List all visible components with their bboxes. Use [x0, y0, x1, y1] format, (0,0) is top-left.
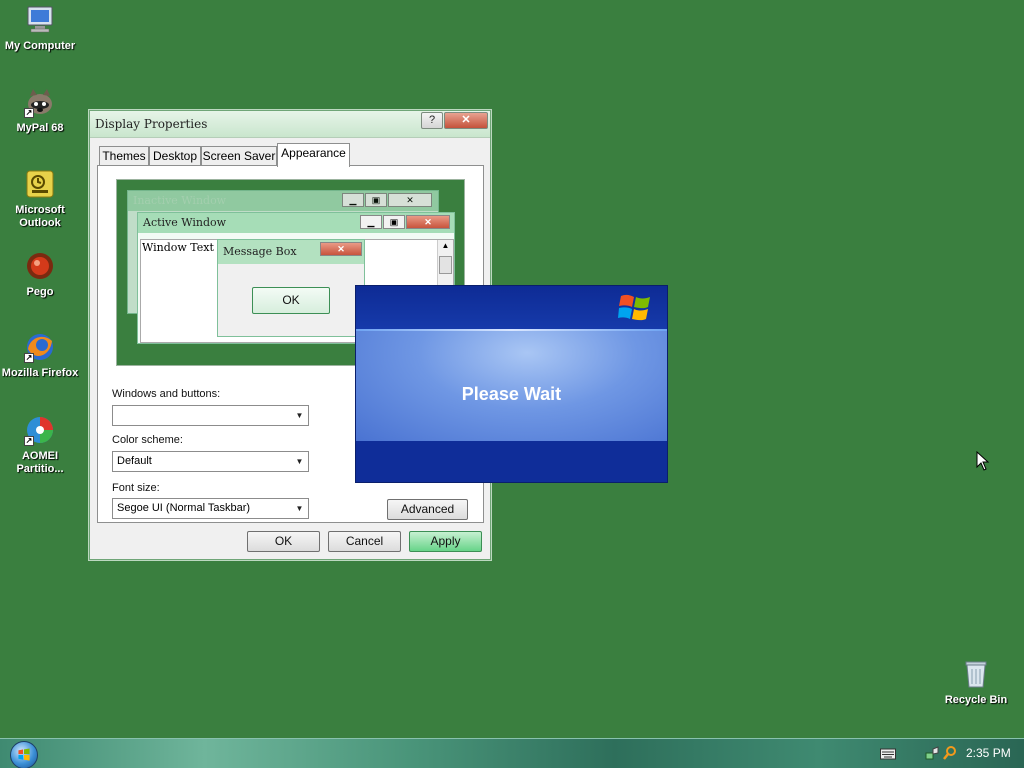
maximize-icon: ▣ [365, 193, 387, 207]
preview-window-text: Window Text [142, 241, 214, 254]
preview-message-box: Message Box ✕ OK [217, 239, 365, 337]
shortcut-arrow-icon: ↗ [24, 108, 34, 118]
chevron-down-icon: ▼ [295, 457, 304, 466]
tab-themes[interactable]: Themes [99, 146, 149, 166]
desktop-icon-outlook[interactable]: Microsoft Outlook [0, 168, 80, 230]
font-size-select[interactable]: Segoe UI (Normal Taskbar) ▼ [112, 498, 309, 519]
shortcut-arrow-icon: ↗ [24, 436, 34, 446]
color-scheme-select[interactable]: Default ▼ [112, 451, 309, 472]
preview-ok-button: OK [252, 287, 330, 314]
clock[interactable]: 2:35 PM [966, 739, 1012, 768]
firefox-icon: ↗ [24, 331, 56, 363]
desktop-icon-pego[interactable]: Pego [0, 250, 80, 299]
scroll-thumb [439, 256, 452, 274]
computer-icon [24, 4, 56, 36]
tab-appearance[interactable]: Appearance [277, 143, 350, 167]
desktop-icon-label: AOMEI Partitio... [16, 450, 64, 475]
aomei-partition-icon: ↗ [24, 414, 56, 446]
mypal-raccoon-icon: ↗ [24, 86, 56, 118]
recycle-bin-icon [960, 658, 992, 690]
desktop-icon-recycle-bin[interactable]: Recycle Bin [936, 658, 1016, 707]
title-bar[interactable]: Display Properties ? ✕ [90, 111, 490, 137]
window-title: Display Properties [95, 117, 208, 131]
pego-icon [24, 250, 56, 282]
scroll-up-icon: ▲ [441, 241, 450, 250]
advanced-button[interactable]: Advanced [387, 499, 468, 520]
windows-buttons-select[interactable]: ▼ [112, 405, 309, 426]
cancel-button[interactable]: Cancel [328, 531, 401, 552]
keyboard-icon[interactable] [880, 739, 896, 768]
desktop-icon-label: MyPal 68 [16, 122, 64, 134]
please-wait-text: Please Wait [461, 384, 562, 404]
close-button[interactable]: ✕ [444, 112, 488, 129]
ok-button[interactable]: OK [247, 531, 320, 552]
chevron-down-icon: ▼ [295, 504, 304, 513]
windows-logo-icon [618, 292, 652, 324]
color-scheme-value: Default [117, 455, 152, 467]
desktop-icon-label: Mozilla Firefox [1, 367, 79, 379]
tab-desktop[interactable]: Desktop [149, 146, 201, 166]
please-wait-dialog: Please Wait [355, 285, 668, 483]
close-icon: ✕ [388, 193, 432, 207]
start-button[interactable] [10, 741, 38, 768]
desktop-icon-label: My Computer [4, 40, 76, 52]
mouse-cursor-icon [976, 450, 990, 471]
wait-footer [356, 441, 667, 482]
shortcut-arrow-icon: ↗ [24, 353, 34, 363]
desktop-icon-mypal[interactable]: ↗ MyPal 68 [0, 86, 80, 135]
minimize-icon: ▁ [342, 193, 364, 207]
taskbar: 2:35 PM [0, 738, 1024, 768]
desktop-icon-aomei[interactable]: ↗ AOMEI Partitio... [0, 414, 80, 476]
windows-logo-icon [18, 748, 30, 761]
desktop-icon-firefox[interactable]: ↗ Mozilla Firefox [0, 331, 80, 380]
search-icon[interactable] [942, 739, 958, 768]
desktop-icon-my-computer[interactable]: My Computer [0, 4, 80, 53]
outlook-icon [24, 168, 56, 200]
desktop-icon-label: Microsoft Outlook [15, 204, 65, 229]
chevron-down-icon: ▼ [295, 411, 304, 420]
font-size-value: Segoe UI (Normal Taskbar) [117, 502, 251, 514]
close-icon: ✕ [406, 215, 450, 229]
windows-buttons-label: Windows and buttons: [112, 388, 221, 400]
minimize-icon: ▁ [360, 215, 382, 229]
maximize-icon: ▣ [383, 215, 405, 229]
help-button[interactable]: ? [421, 112, 443, 129]
network-icon[interactable] [924, 739, 940, 768]
color-scheme-label: Color scheme: [112, 434, 183, 446]
desktop-icon-label: Pego [26, 286, 54, 298]
desktop-icon-label: Recycle Bin [944, 694, 1008, 706]
apply-button[interactable]: Apply [409, 531, 482, 552]
close-icon: ✕ [320, 242, 362, 256]
tab-screen-saver[interactable]: Screen Saver [201, 146, 277, 166]
font-size-label: Font size: [112, 482, 160, 494]
